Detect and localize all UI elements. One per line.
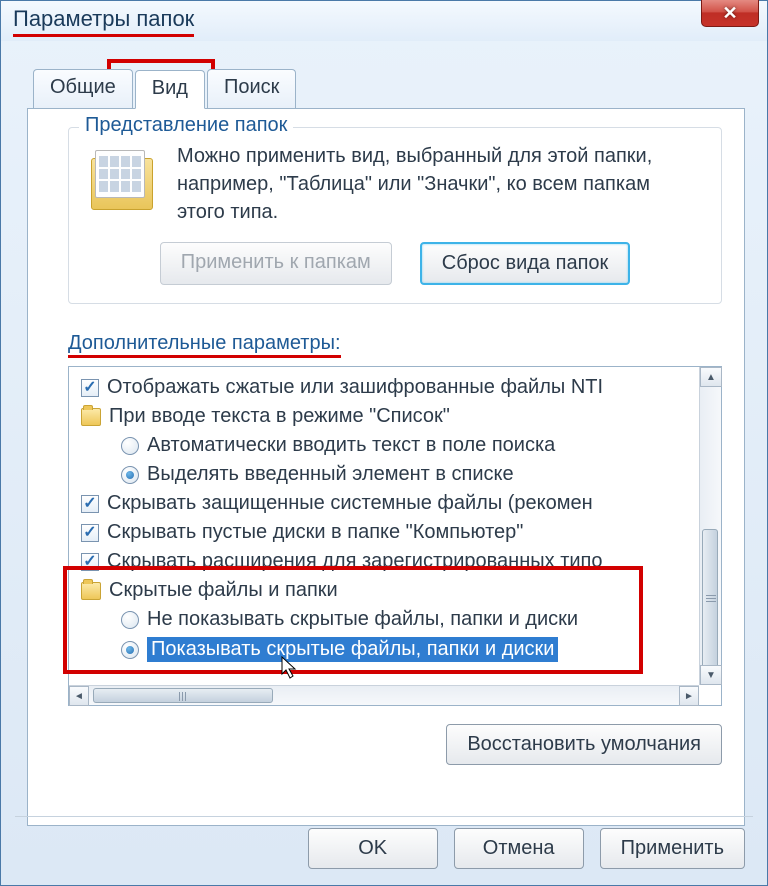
advanced-settings-label: Дополнительные параметры:	[68, 332, 341, 358]
tab-panel-view: Представление папок Можно применить вид,…	[27, 108, 745, 826]
apply-to-folders-button[interactable]: Применить к папкам	[160, 242, 392, 285]
folder-options-window: Параметры папок ✕ Общие Вид Поиск Предст…	[0, 0, 768, 886]
folder-views-description: Можно применить вид, выбранный для этой …	[177, 142, 701, 226]
scroll-up-icon[interactable]: ▲	[700, 367, 722, 387]
cancel-button[interactable]: Отмена	[454, 828, 584, 869]
separator	[15, 816, 753, 817]
folder-views-title: Представление папок	[79, 114, 293, 137]
tab-strip: Общие Вид Поиск	[33, 69, 767, 108]
folder-icon	[81, 408, 101, 426]
list-item-show-hidden[interactable]: Показывать скрытые файлы, папки и диски	[81, 634, 717, 665]
apply-button[interactable]: Применить	[600, 828, 745, 869]
list-item[interactable]: Скрытые файлы и папки	[81, 576, 717, 605]
tab-general[interactable]: Общие	[33, 69, 133, 108]
scroll-thumb[interactable]	[93, 688, 273, 703]
list-item[interactable]: Автоматически вводить текст в поле поиск…	[81, 431, 717, 460]
close-icon: ✕	[722, 3, 737, 24]
scroll-thumb[interactable]	[702, 529, 718, 669]
list-item[interactable]: При вводе текста в режиме "Список"	[81, 402, 717, 431]
scroll-down-icon[interactable]: ▼	[700, 665, 722, 685]
scroll-right-icon[interactable]: ►	[679, 686, 699, 706]
folder-icon	[81, 582, 101, 600]
advanced-settings-list: Отображать сжатые или зашифрованные файл…	[68, 366, 722, 706]
checkbox-icon[interactable]	[81, 495, 99, 513]
ok-button[interactable]: OK	[308, 828, 438, 869]
radio-icon[interactable]	[121, 466, 139, 484]
titlebar: Параметры папок ✕	[1, 1, 767, 41]
list-item[interactable]: Скрывать расширения для зарегистрированн…	[81, 547, 717, 576]
vertical-scrollbar[interactable]: ▲ ▼	[699, 367, 721, 685]
radio-icon[interactable]	[121, 641, 139, 659]
radio-icon[interactable]	[121, 437, 139, 455]
tab-view[interactable]: Вид	[135, 70, 205, 109]
reset-folder-view-button[interactable]: Сброс вида папок	[420, 242, 631, 285]
list-item[interactable]: Скрывать защищенные системные файлы (рек…	[81, 489, 717, 518]
list-item[interactable]: Выделять введенный элемент в списке	[81, 460, 717, 489]
checkbox-icon[interactable]	[81, 379, 99, 397]
close-button[interactable]: ✕	[701, 0, 759, 27]
folder-views-group: Представление папок Можно применить вид,…	[68, 127, 722, 304]
list-item[interactable]: Скрывать пустые диски в папке "Компьютер…	[81, 518, 717, 547]
radio-icon[interactable]	[121, 611, 139, 629]
checkbox-icon[interactable]	[81, 553, 99, 571]
folder-view-icon	[89, 148, 155, 214]
scroll-left-icon[interactable]: ◄	[69, 686, 89, 706]
restore-defaults-button[interactable]: Восстановить умолчания	[446, 724, 722, 765]
checkbox-icon[interactable]	[81, 524, 99, 542]
dialog-buttons: OK Отмена Применить	[308, 828, 745, 869]
window-title: Параметры папок	[13, 6, 194, 37]
list-item-dont-show-hidden[interactable]: Не показывать скрытые файлы, папки и дис…	[81, 605, 717, 634]
list-item[interactable]: Отображать сжатые или зашифрованные файл…	[81, 373, 717, 402]
horizontal-scrollbar[interactable]: ◄ ►	[69, 685, 699, 705]
tab-search[interactable]: Поиск	[207, 69, 296, 108]
